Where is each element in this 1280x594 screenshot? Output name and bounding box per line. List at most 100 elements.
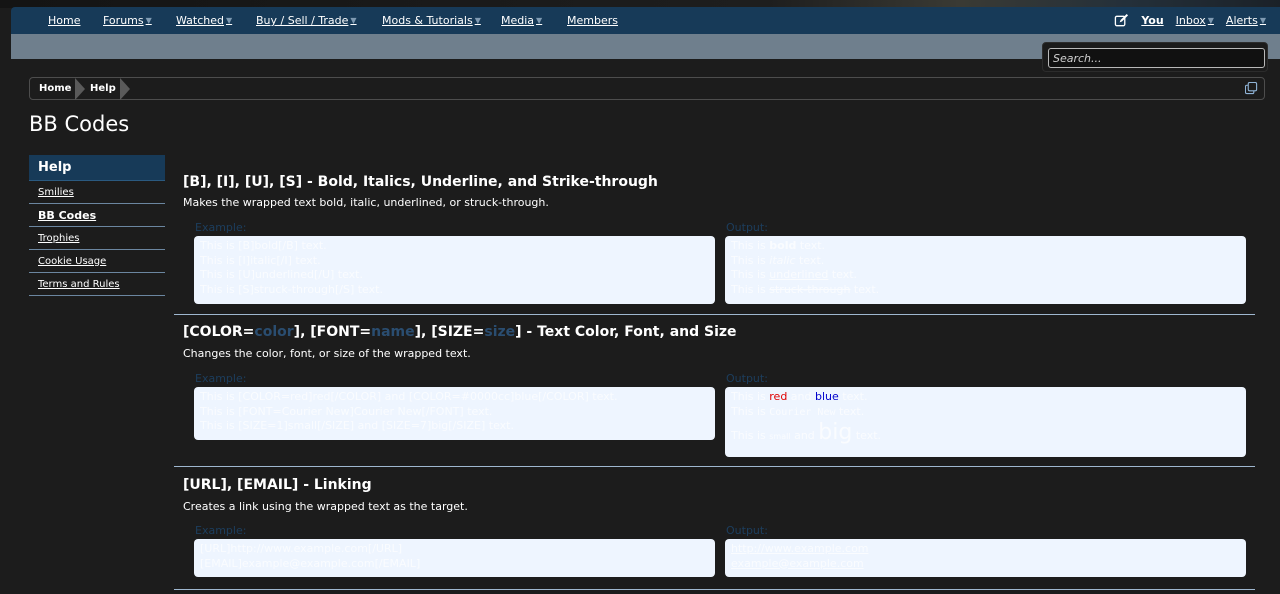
nav-watched-label: Watched <box>176 14 224 27</box>
output-big-text: big <box>818 420 853 445</box>
sidebar: Help Smilies BB Codes Trophies Cookie Us… <box>29 155 165 296</box>
example-line: This is [B]bold[/B] text. <box>200 239 327 252</box>
nav-home[interactable]: Home <box>48 14 80 27</box>
breadcrumb-home[interactable]: Home <box>39 78 71 99</box>
output-label: Output: <box>726 372 768 385</box>
chevron-down-icon[interactable]: ▼ <box>475 16 481 25</box>
example-label: Example: <box>195 524 247 537</box>
sidebar-item-bb-codes[interactable]: BB Codes <box>29 204 165 227</box>
section-divider <box>174 314 1255 315</box>
edit-status-icon[interactable] <box>1114 13 1129 28</box>
nav-mods-tutorials[interactable]: Mods & Tutorials ▼ <box>382 14 481 27</box>
example-line: This is [COLOR=red]red[/COLOR] and [COLO… <box>200 390 618 403</box>
popup-jump-icon[interactable] <box>1245 82 1258 95</box>
nav-members[interactable]: Members <box>567 14 618 27</box>
chevron-down-icon[interactable]: ▼ <box>1208 16 1214 25</box>
output-text: and <box>790 429 819 442</box>
chevron-down-icon[interactable]: ▼ <box>146 16 152 25</box>
output-line: example@example.com <box>731 557 1240 572</box>
nav-forums-label: Forums <box>103 14 144 27</box>
breadcrumb-separator <box>120 78 130 100</box>
title-text: ] - Text Color, Font, and Size <box>515 324 737 340</box>
bbcode-section-bold: [B], [I], [U], [S] - Bold, Italics, Unde… <box>174 172 1255 312</box>
section-description: Creates a link using the wrapped text as… <box>183 500 468 513</box>
title-placeholder: size <box>484 324 516 340</box>
output-box: This is red and blue text. This is Couri… <box>725 387 1246 457</box>
title-placeholder: name <box>371 324 415 340</box>
output-text: text. <box>852 429 882 442</box>
breadcrumb-help[interactable]: Help <box>90 78 116 99</box>
sidebar-item-cookie-usage[interactable]: Cookie Usage <box>29 250 165 273</box>
output-text: text. <box>850 282 880 296</box>
output-text: text. <box>838 390 868 403</box>
output-italic-text: italic <box>769 253 796 267</box>
sidebar-item-smilies[interactable]: Smilies <box>29 181 165 204</box>
sidebar-item-trophies[interactable]: Trophies <box>29 227 165 250</box>
output-text: This is <box>731 239 770 252</box>
nav-buy-sell-trade[interactable]: Buy / Sell / Trade ▼ <box>256 14 357 27</box>
nav-alerts[interactable]: Alerts ▼ <box>1226 14 1266 27</box>
breadcrumb: Home Help <box>29 77 1265 100</box>
bbcode-section-color-font-size: [COLOR=color], [FONT=name], [SIZE=size] … <box>174 322 1255 464</box>
output-email-link[interactable]: example@example.com <box>731 557 864 570</box>
output-text: text. <box>796 239 826 252</box>
output-text: text. <box>795 253 825 267</box>
nav-watched[interactable]: Watched ▼ <box>176 14 232 27</box>
output-box: This is bold text. This is italic text. … <box>725 236 1246 304</box>
nav-alerts-label: Alerts <box>1225 14 1258 27</box>
output-text: and <box>787 390 815 403</box>
output-courier-text: Courier New <box>769 406 836 418</box>
search-input[interactable] <box>1048 48 1265 68</box>
example-line: This is [FONT=Courier New]Courier New[/F… <box>200 404 493 418</box>
section-title: [COLOR=color], [FONT=name], [SIZE=size] … <box>183 324 737 340</box>
chevron-down-icon[interactable]: ▼ <box>350 16 356 25</box>
example-line: [EMAIL]example@example.com[/EMAIL] <box>200 556 421 570</box>
page-title: BB Codes <box>29 112 130 136</box>
example-line: [URL]http://www.example.com[/URL] <box>200 542 403 555</box>
output-line: http://www.example.com <box>731 542 1240 557</box>
output-line: This is italic text. <box>731 254 1240 269</box>
nav-media-label: Media <box>501 14 535 27</box>
output-text: This is <box>731 429 770 442</box>
output-line: This is red and blue text. <box>731 390 1240 405</box>
example-label: Example: <box>195 221 247 234</box>
output-underline-text: underlined <box>769 268 829 281</box>
output-text: This is <box>731 268 770 281</box>
chevron-down-icon[interactable]: ▼ <box>536 16 542 25</box>
output-line: This is struck-through text. <box>731 283 1240 298</box>
output-text: This is <box>731 253 770 267</box>
output-url-link[interactable]: http://www.example.com <box>731 542 869 555</box>
output-text: text. <box>828 268 858 281</box>
output-text: This is <box>731 282 770 296</box>
section-title: [URL], [EMAIL] - Linking <box>183 477 372 493</box>
output-small-text: small <box>769 432 791 441</box>
search-box <box>1042 42 1268 72</box>
output-box: http://www.example.com example@example.c… <box>725 539 1246 577</box>
nav-inbox-label: Inbox <box>1175 14 1206 27</box>
example-box: This is [B]bold[/B] text. This is [I]ita… <box>194 236 715 304</box>
output-label: Output: <box>726 524 768 537</box>
output-line: This is bold text. <box>731 239 1240 254</box>
output-red-text: red <box>769 390 788 403</box>
chevron-down-icon[interactable]: ▼ <box>1260 16 1266 25</box>
nav-buy-sell-trade-label: Buy / Sell / Trade <box>256 14 349 27</box>
nav-you[interactable]: You <box>1141 14 1163 27</box>
nav-forums[interactable]: Forums ▼ <box>103 14 152 27</box>
title-text: ], [FONT= <box>293 324 372 340</box>
output-text: This is <box>731 390 770 403</box>
output-label: Output: <box>726 221 768 234</box>
chevron-down-icon[interactable]: ▼ <box>226 16 232 25</box>
title-placeholder: color <box>254 324 294 340</box>
sidebar-item-terms-and-rules[interactable]: Terms and Rules <box>29 273 165 296</box>
nav-media[interactable]: Media ▼ <box>501 14 542 27</box>
output-strike-text: struck-through <box>769 282 851 296</box>
main-navbar: Home Forums ▼ Watched ▼ Buy / Sell / Trade… <box>11 7 1280 34</box>
section-title: [B], [I], [U], [S] - Bold, Italics, Unde… <box>183 174 658 190</box>
nav-account: You Inbox ▼ Alerts ▼ <box>1114 7 1266 34</box>
example-line: This is [U]underlined[/U] text. <box>200 268 363 281</box>
output-blue-text: blue <box>815 390 839 403</box>
example-line: This is [I]italic[/I] text. <box>200 253 321 267</box>
nav-inbox[interactable]: Inbox ▼ <box>1176 14 1214 27</box>
nav-members-label: Members <box>567 14 618 27</box>
example-line: This is [S]struck-through[/S] text. <box>200 282 383 296</box>
